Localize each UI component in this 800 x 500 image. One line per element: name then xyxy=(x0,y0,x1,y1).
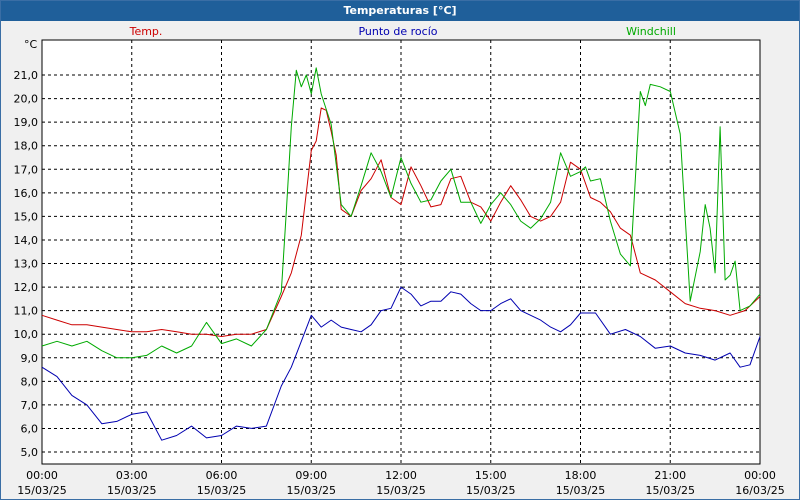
x-tick-time-label: 00:00 xyxy=(26,469,58,482)
y-tick-label: 13,0 xyxy=(14,258,39,271)
y-tick-label: 7,0 xyxy=(21,399,39,412)
x-tick-date-label: 15/03/25 xyxy=(197,484,246,497)
y-tick-label: 14,0 xyxy=(14,234,39,247)
legend-temp: Temp. xyxy=(129,25,163,38)
x-tick-date-label: 15/03/25 xyxy=(107,484,156,497)
y-tick-label: 6,0 xyxy=(21,422,39,435)
x-tick-time-label: 03:00 xyxy=(116,469,148,482)
y-tick-label: 19,0 xyxy=(14,116,39,129)
y-tick-label: 9,0 xyxy=(21,352,39,365)
y-tick-label: 8,0 xyxy=(21,375,39,388)
x-tick-time-label: 21:00 xyxy=(654,469,686,482)
y-axis-labels: 5,0 6,0 7,0 8,0 9,0 10,0 11,0 12,0 13,0 14,0 15,0 1… xyxy=(14,69,39,459)
y-tick-label: 5,0 xyxy=(21,446,39,459)
legend-windchill: Windchill xyxy=(626,25,676,38)
y-tick-label: 20,0 xyxy=(14,93,39,106)
legend-dewpoint: Punto de rocío xyxy=(358,25,437,38)
y-tick-label: 18,0 xyxy=(14,140,39,153)
x-tick-date-label: 15/03/25 xyxy=(556,484,605,497)
y-axis-unit: °C xyxy=(24,38,38,51)
x-tick-date-label: 15/03/25 xyxy=(376,484,425,497)
y-tick-label: 16,0 xyxy=(14,187,39,200)
x-tick-time-label: 15:00 xyxy=(475,469,507,482)
x-tick-date-label: 15/03/25 xyxy=(646,484,695,497)
x-tick-time-label: 09:00 xyxy=(295,469,327,482)
y-tick-label: 12,0 xyxy=(14,281,39,294)
temperature-chart: 5,0 6,0 7,0 8,0 9,0 10,0 11,0 12,0 13,0 14,0 15,0 1… xyxy=(14,25,785,497)
y-tick-label: 15,0 xyxy=(14,210,39,223)
x-tick-date-label: 16/03/25 xyxy=(735,484,784,497)
x-tick-date-label: 15/03/25 xyxy=(17,484,66,497)
y-tick-label: 11,0 xyxy=(14,305,39,318)
x-tick-time-label: 12:00 xyxy=(385,469,417,482)
x-tick-date-label: 15/03/25 xyxy=(466,484,515,497)
x-tick-date-label: 15/03/25 xyxy=(287,484,336,497)
y-tick-label: 21,0 xyxy=(14,69,39,82)
x-tick-time-label: 00:00 xyxy=(744,469,776,482)
y-tick-label: 17,0 xyxy=(14,163,39,176)
x-tick-time-label: 06:00 xyxy=(206,469,238,482)
x-tick-time-label: 18:00 xyxy=(565,469,597,482)
y-tick-label: 10,0 xyxy=(14,328,39,341)
x-axis-labels: 00:00 15/03/25 03:00 15/03/25 06:00 15/03/25 0… xyxy=(17,469,784,497)
